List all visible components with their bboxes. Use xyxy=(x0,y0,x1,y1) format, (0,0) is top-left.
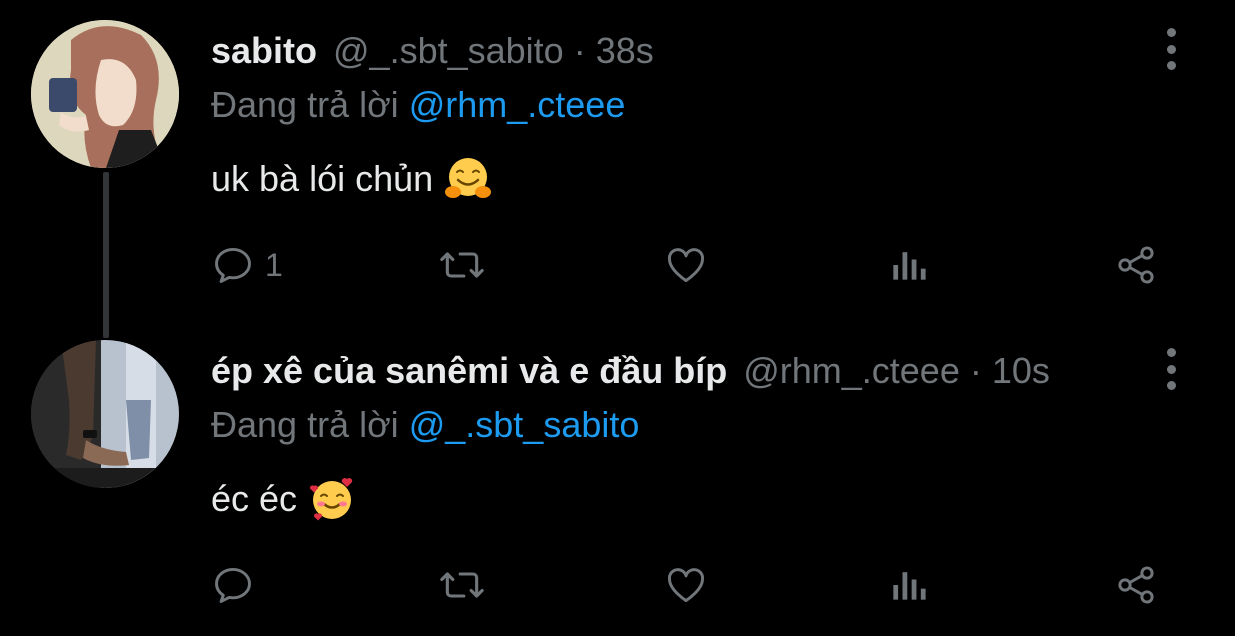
replying-to: Đang trả lời @_.sbt_sabito xyxy=(211,404,639,446)
reply-button[interactable]: 1 xyxy=(211,240,283,290)
avatar[interactable] xyxy=(31,340,179,488)
analytics-bars-icon xyxy=(893,572,926,600)
mention-link[interactable]: @_.sbt_sabito xyxy=(409,404,640,445)
retweet-icon xyxy=(440,572,484,598)
tweet[interactable]: ép xê của sanêmi và e đầu bíp @rhm_.ctee… xyxy=(0,320,1235,636)
hugging-face-icon xyxy=(445,158,492,198)
replying-to: Đang trả lời @rhm_.cteee xyxy=(211,84,625,126)
share-button[interactable] xyxy=(1113,560,1159,610)
smiling-face-with-hearts-icon xyxy=(309,478,353,521)
mention-link[interactable]: @rhm_.cteee xyxy=(409,84,626,125)
like-button[interactable] xyxy=(663,240,719,290)
replying-prefix: Đang trả lời xyxy=(211,404,399,445)
analytics-bars-icon xyxy=(893,252,926,280)
retweet-button[interactable] xyxy=(437,240,497,290)
avatar-image xyxy=(31,340,179,488)
views-button[interactable] xyxy=(888,240,928,290)
timestamp[interactable]: 10s xyxy=(992,350,1050,392)
tweet-text: éc éc xyxy=(211,476,355,522)
reply-bubble-icon xyxy=(215,247,251,283)
thread-connector xyxy=(103,172,109,338)
timestamp[interactable]: 38s xyxy=(596,30,654,72)
reply-bubble-icon xyxy=(215,567,251,603)
display-name[interactable]: sabito xyxy=(211,30,317,72)
retweet-button[interactable] xyxy=(437,560,497,610)
separator-dot: · xyxy=(573,30,586,71)
reply-button[interactable] xyxy=(211,560,265,610)
avatar-image xyxy=(31,20,179,168)
tweet-header: ép xê của sanêmi và e đầu bíp @rhm_.ctee… xyxy=(211,350,1050,394)
more-vertical-icon[interactable] xyxy=(1159,28,1183,70)
tweet-text-content: éc éc xyxy=(211,478,298,519)
tweet-header: sabito @_.sbt_sabito · 38s xyxy=(211,30,654,74)
heart-icon xyxy=(668,248,704,283)
views-button[interactable] xyxy=(888,560,928,610)
share-icon xyxy=(1118,566,1154,604)
share-button[interactable] xyxy=(1113,240,1159,290)
replying-prefix: Đang trả lời xyxy=(211,84,399,125)
share-icon xyxy=(1118,246,1154,284)
heart-icon xyxy=(668,568,704,603)
like-button[interactable] xyxy=(663,560,719,610)
retweet-icon xyxy=(440,252,484,278)
display-name[interactable]: ép xê của sanêmi và e đầu bíp xyxy=(211,350,727,392)
avatar[interactable] xyxy=(31,20,179,168)
tweet-text-content: uk bà lói chủn xyxy=(211,158,434,199)
tweet-text: uk bà lói chủn xyxy=(211,156,492,202)
user-handle[interactable]: @_.sbt_sabito xyxy=(333,30,564,72)
more-vertical-icon[interactable] xyxy=(1159,348,1183,390)
user-handle[interactable]: @rhm_.cteee xyxy=(743,350,960,392)
action-bar: 1 xyxy=(211,240,1171,290)
action-bar xyxy=(211,560,1171,610)
reply-count: 1 xyxy=(265,246,283,283)
separator-dot: · xyxy=(969,350,982,391)
tweet[interactable]: sabito @_.sbt_sabito · 38s Đang trả lời … xyxy=(0,0,1235,338)
